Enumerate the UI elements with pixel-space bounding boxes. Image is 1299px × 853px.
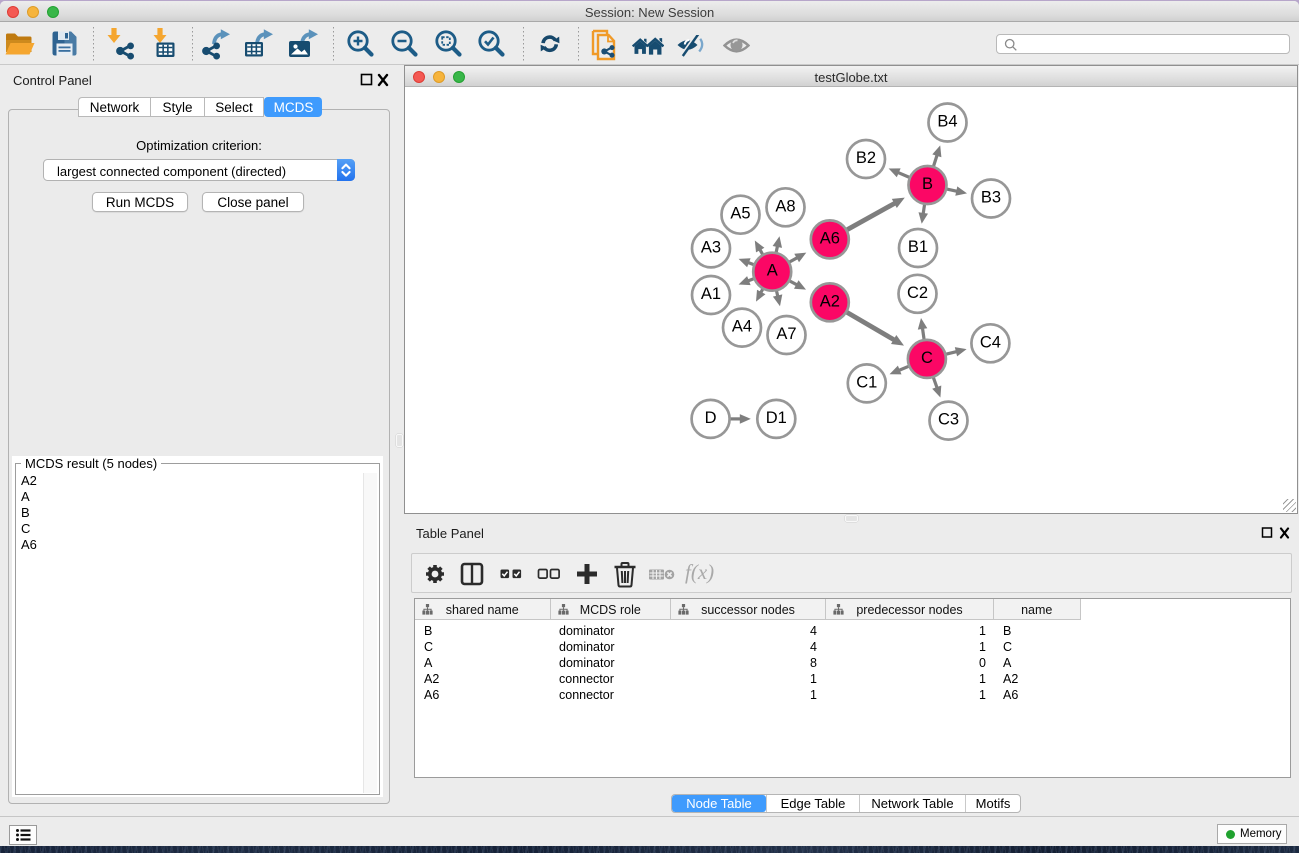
svg-text:A1: A1 (701, 285, 721, 303)
svg-text:A: A (767, 262, 778, 280)
svg-text:A7: A7 (776, 325, 796, 343)
svg-text:B4: B4 (937, 113, 957, 131)
svg-text:B: B (922, 175, 933, 193)
svg-text:A8: A8 (775, 197, 795, 215)
svg-text:A4: A4 (732, 318, 752, 336)
svg-text:C3: C3 (938, 411, 959, 429)
svg-text:C: C (921, 349, 933, 367)
svg-text:D: D (705, 409, 717, 427)
svg-text:B1: B1 (908, 238, 928, 256)
svg-text:A2: A2 (820, 292, 840, 310)
svg-text:C1: C1 (856, 373, 877, 391)
svg-text:A5: A5 (730, 205, 750, 223)
svg-text:B2: B2 (856, 149, 876, 167)
svg-text:f(x): f(x) (685, 560, 714, 584)
svg-text:A3: A3 (701, 238, 721, 256)
svg-text:B3: B3 (981, 189, 1001, 207)
svg-text:D1: D1 (766, 409, 787, 427)
svg-text:C4: C4 (980, 333, 1001, 351)
svg-text:C2: C2 (907, 284, 928, 302)
svg-text:A6: A6 (820, 229, 840, 247)
